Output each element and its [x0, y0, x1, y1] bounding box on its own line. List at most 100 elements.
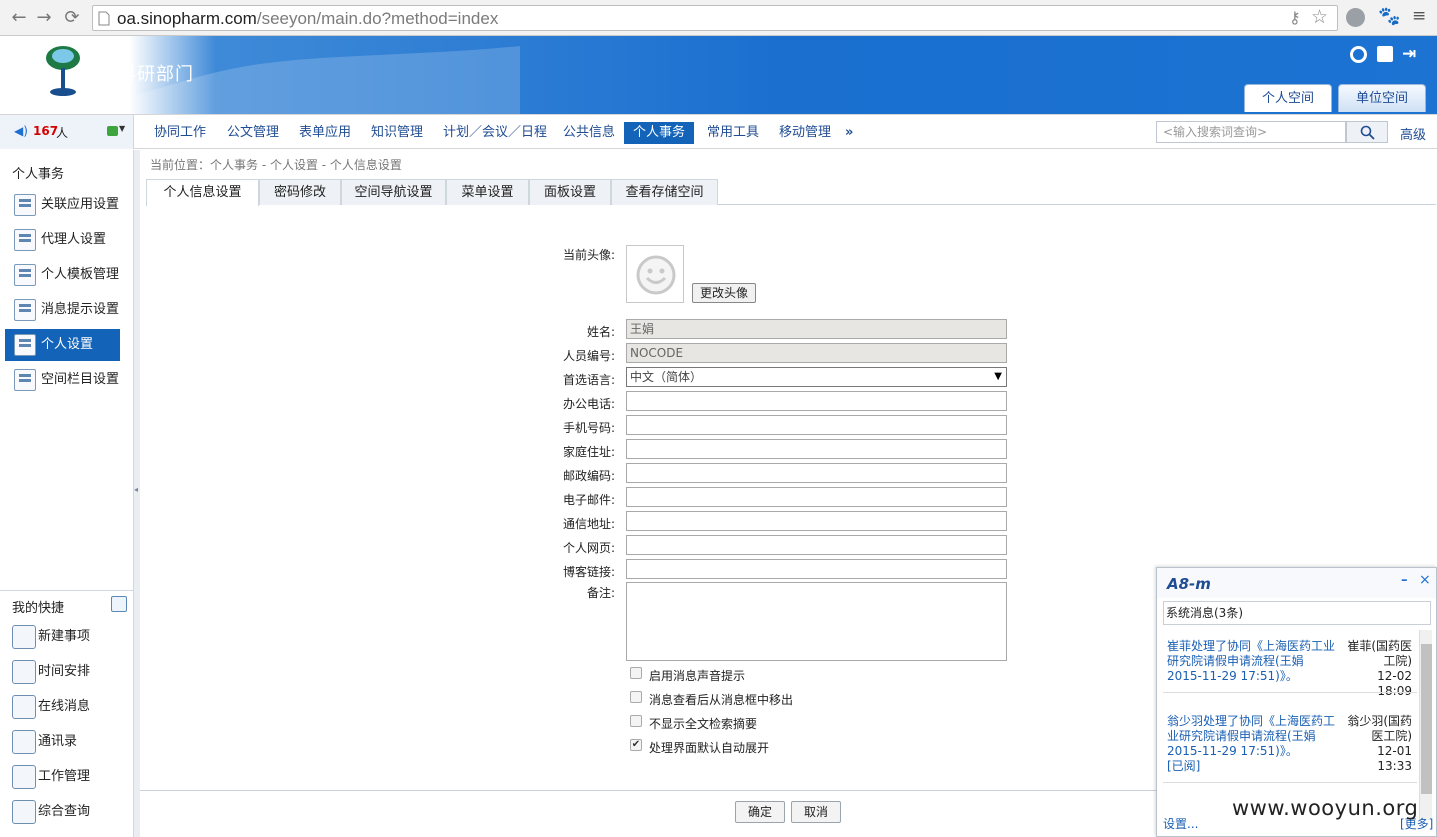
- menu-knowledge[interactable]: 知识管理: [366, 122, 428, 144]
- close-icon[interactable]: ×: [1419, 572, 1431, 588]
- bookmark-star-icon[interactable]: ☆: [1311, 6, 1328, 28]
- menu-plan-meeting-schedule[interactable]: 计划／会议／日程: [438, 122, 552, 144]
- collapse-arrow-icon[interactable]: ◂: [134, 485, 138, 494]
- sidebar-item-related-apps[interactable]: 关联应用设置: [5, 189, 120, 221]
- status-dropdown-icon[interactable]: ▼: [119, 124, 125, 133]
- checkbox-hide-summary[interactable]: [630, 715, 642, 727]
- minimize-icon[interactable]: –: [1401, 573, 1408, 588]
- logout-icon[interactable]: ⇥: [1402, 44, 1416, 64]
- sidebar-item-space-columns[interactable]: 空间栏目设置: [5, 364, 120, 396]
- settings-doc-icon: [14, 229, 36, 251]
- main-menu-bar: ◀) 167 人 ▼ 协同工作 公文管理 表单应用 知识管理 计划／会议／日程 …: [0, 114, 1437, 149]
- sidebar-item-proxy[interactable]: 代理人设置: [5, 224, 120, 256]
- tab-storage[interactable]: 查看存储空间: [611, 179, 718, 205]
- settings-doc-icon: [14, 194, 36, 216]
- address-bar[interactable]: oa.sinopharm.com/seeyon/main.do?method=i…: [92, 5, 1338, 31]
- tab-personal-info[interactable]: 个人信息设置: [146, 179, 259, 206]
- extension-globe-icon[interactable]: [1346, 8, 1365, 27]
- notes-textarea[interactable]: [626, 582, 1007, 661]
- language-select[interactable]: 中文（简体） ▼: [626, 367, 1007, 387]
- search-button[interactable]: [1346, 121, 1388, 143]
- tab-password[interactable]: 密码修改: [259, 179, 341, 205]
- search-input[interactable]: <输入搜索词查询>: [1156, 121, 1346, 143]
- quick-label: 工作管理: [38, 769, 91, 784]
- tab-menu-settings[interactable]: 菜单设置: [446, 179, 529, 205]
- key-icon[interactable]: ⚷: [1289, 8, 1301, 27]
- home-address-field[interactable]: [626, 439, 1007, 459]
- checkbox-sound-label: 启用消息声音提示: [649, 669, 746, 683]
- menu-document[interactable]: 公文管理: [222, 122, 284, 144]
- baidu-paw-icon[interactable]: 🐾: [1378, 6, 1400, 27]
- checkbox-auto-expand[interactable]: ✔: [630, 739, 642, 751]
- office-phone-field[interactable]: [626, 391, 1007, 411]
- reload-icon[interactable]: ⟳: [61, 7, 83, 29]
- message-link[interactable]: 翁少羽处理了协同《上海医药工业研究院请假申请流程(王娟 2015-11-29 1…: [1167, 714, 1339, 759]
- quick-label: 时间安排: [38, 664, 91, 679]
- menu-forms[interactable]: 表单应用: [294, 122, 356, 144]
- quick-schedule[interactable]: 时间安排: [10, 657, 130, 687]
- quick-contacts[interactable]: 通讯录: [10, 727, 130, 757]
- list-item[interactable]: 崔菲处理了协同《上海医药工业研究院请假申请流程(王娟 2015-11-29 17…: [1167, 639, 1412, 698]
- sidebar-item-label: 消息提示设置: [41, 302, 120, 317]
- menu-common-tools[interactable]: 常用工具: [702, 122, 764, 144]
- email-field[interactable]: [626, 487, 1007, 507]
- quick-work-management[interactable]: 工作管理: [10, 762, 130, 792]
- menu-collaboration[interactable]: 协同工作: [149, 122, 211, 144]
- checkbox-sound[interactable]: [630, 667, 642, 679]
- quick-query[interactable]: 综合查询: [10, 797, 130, 827]
- checkbox-remove-after-view[interactable]: [630, 691, 642, 703]
- mailing-address-field[interactable]: [626, 511, 1007, 531]
- department-title: 科研部门: [118, 64, 194, 85]
- sidebar-item-label: 代理人设置: [41, 232, 107, 247]
- settings-link[interactable]: 设置...: [1163, 815, 1198, 832]
- change-avatar-button[interactable]: 更改头像: [692, 283, 756, 303]
- scrollbar-thumb[interactable]: [1421, 644, 1432, 794]
- fullscreen-icon[interactable]: [1377, 46, 1393, 62]
- quick-online-message[interactable]: 在线消息: [10, 692, 130, 722]
- field-label-email: 电子邮件:: [562, 493, 615, 507]
- blog-field[interactable]: [626, 559, 1007, 579]
- settings-doc-icon: [14, 299, 36, 321]
- sidebar-item-templates[interactable]: 个人模板管理: [5, 259, 120, 291]
- cancel-button[interactable]: 取消: [791, 801, 841, 823]
- settings-doc-icon: [14, 264, 36, 286]
- refresh-icon[interactable]: [1350, 46, 1367, 63]
- forward-icon[interactable]: →: [33, 7, 55, 29]
- quick-settings-icon[interactable]: [111, 596, 127, 612]
- field-label-mailing-address: 通信地址:: [562, 517, 615, 531]
- online-users[interactable]: ◀) 167 人 ▼: [0, 115, 134, 149]
- quick-new-item[interactable]: 新建事项: [10, 622, 130, 652]
- message-icon: [12, 695, 36, 719]
- advanced-search-link[interactable]: 高级: [1400, 124, 1426, 143]
- new-item-icon: [12, 625, 36, 649]
- message-link[interactable]: 崔菲处理了协同《上海医药工业研究院请假申请流程(王娟 2015-11-29 17…: [1167, 639, 1339, 684]
- content-tabs: 个人信息设置 密码修改 空间导航设置 菜单设置 面板设置 查看存储空间: [146, 179, 1436, 206]
- status-check-icon[interactable]: [107, 126, 118, 136]
- name-field: 王娟: [626, 319, 1007, 339]
- url-text: oa.sinopharm.com/seeyon/main.do?method=i…: [117, 9, 499, 28]
- app-window: ← → ⟳ oa.sinopharm.com/seeyon/main.do?me…: [0, 0, 1437, 837]
- menu-more[interactable]: »: [840, 122, 858, 144]
- postcode-field[interactable]: [626, 463, 1007, 483]
- tab-space-nav[interactable]: 空间导航设置: [341, 179, 446, 205]
- list-item[interactable]: 翁少羽处理了协同《上海医药工业研究院请假申请流程(王娟 2015-11-29 1…: [1167, 714, 1412, 776]
- field-label-mobile: 手机号码:: [562, 421, 615, 435]
- tab-personal-space[interactable]: 个人空间: [1244, 84, 1332, 112]
- sidebar-item-personal-settings[interactable]: 个人设置: [5, 329, 120, 361]
- tab-unit-space[interactable]: 单位空间: [1338, 84, 1426, 112]
- mobile-field[interactable]: [626, 415, 1007, 435]
- back-icon[interactable]: ←: [8, 7, 30, 29]
- menu-mobile[interactable]: 移动管理: [774, 122, 836, 144]
- sidebar: 个人事务 关联应用设置 代理人设置 个人模板管理 消息提示设置 个人设置 空间栏…: [0, 150, 134, 837]
- menu-personal-affairs[interactable]: 个人事务: [624, 122, 694, 144]
- sidebar-item-notification[interactable]: 消息提示设置: [5, 294, 120, 326]
- menu-icon[interactable]: ≡: [1412, 6, 1426, 26]
- breadcrumb: 当前位置：个人事务 - 个人设置 - 个人信息设置: [150, 158, 402, 172]
- popup-scrollbar[interactable]: [1419, 630, 1432, 820]
- tab-panel-settings[interactable]: 面板设置: [529, 179, 611, 205]
- homepage-field[interactable]: [626, 535, 1007, 555]
- field-label-language: 首选语言:: [562, 373, 615, 387]
- divider: [1163, 692, 1417, 693]
- ok-button[interactable]: 确定: [735, 801, 785, 823]
- menu-public-info[interactable]: 公共信息: [558, 122, 620, 144]
